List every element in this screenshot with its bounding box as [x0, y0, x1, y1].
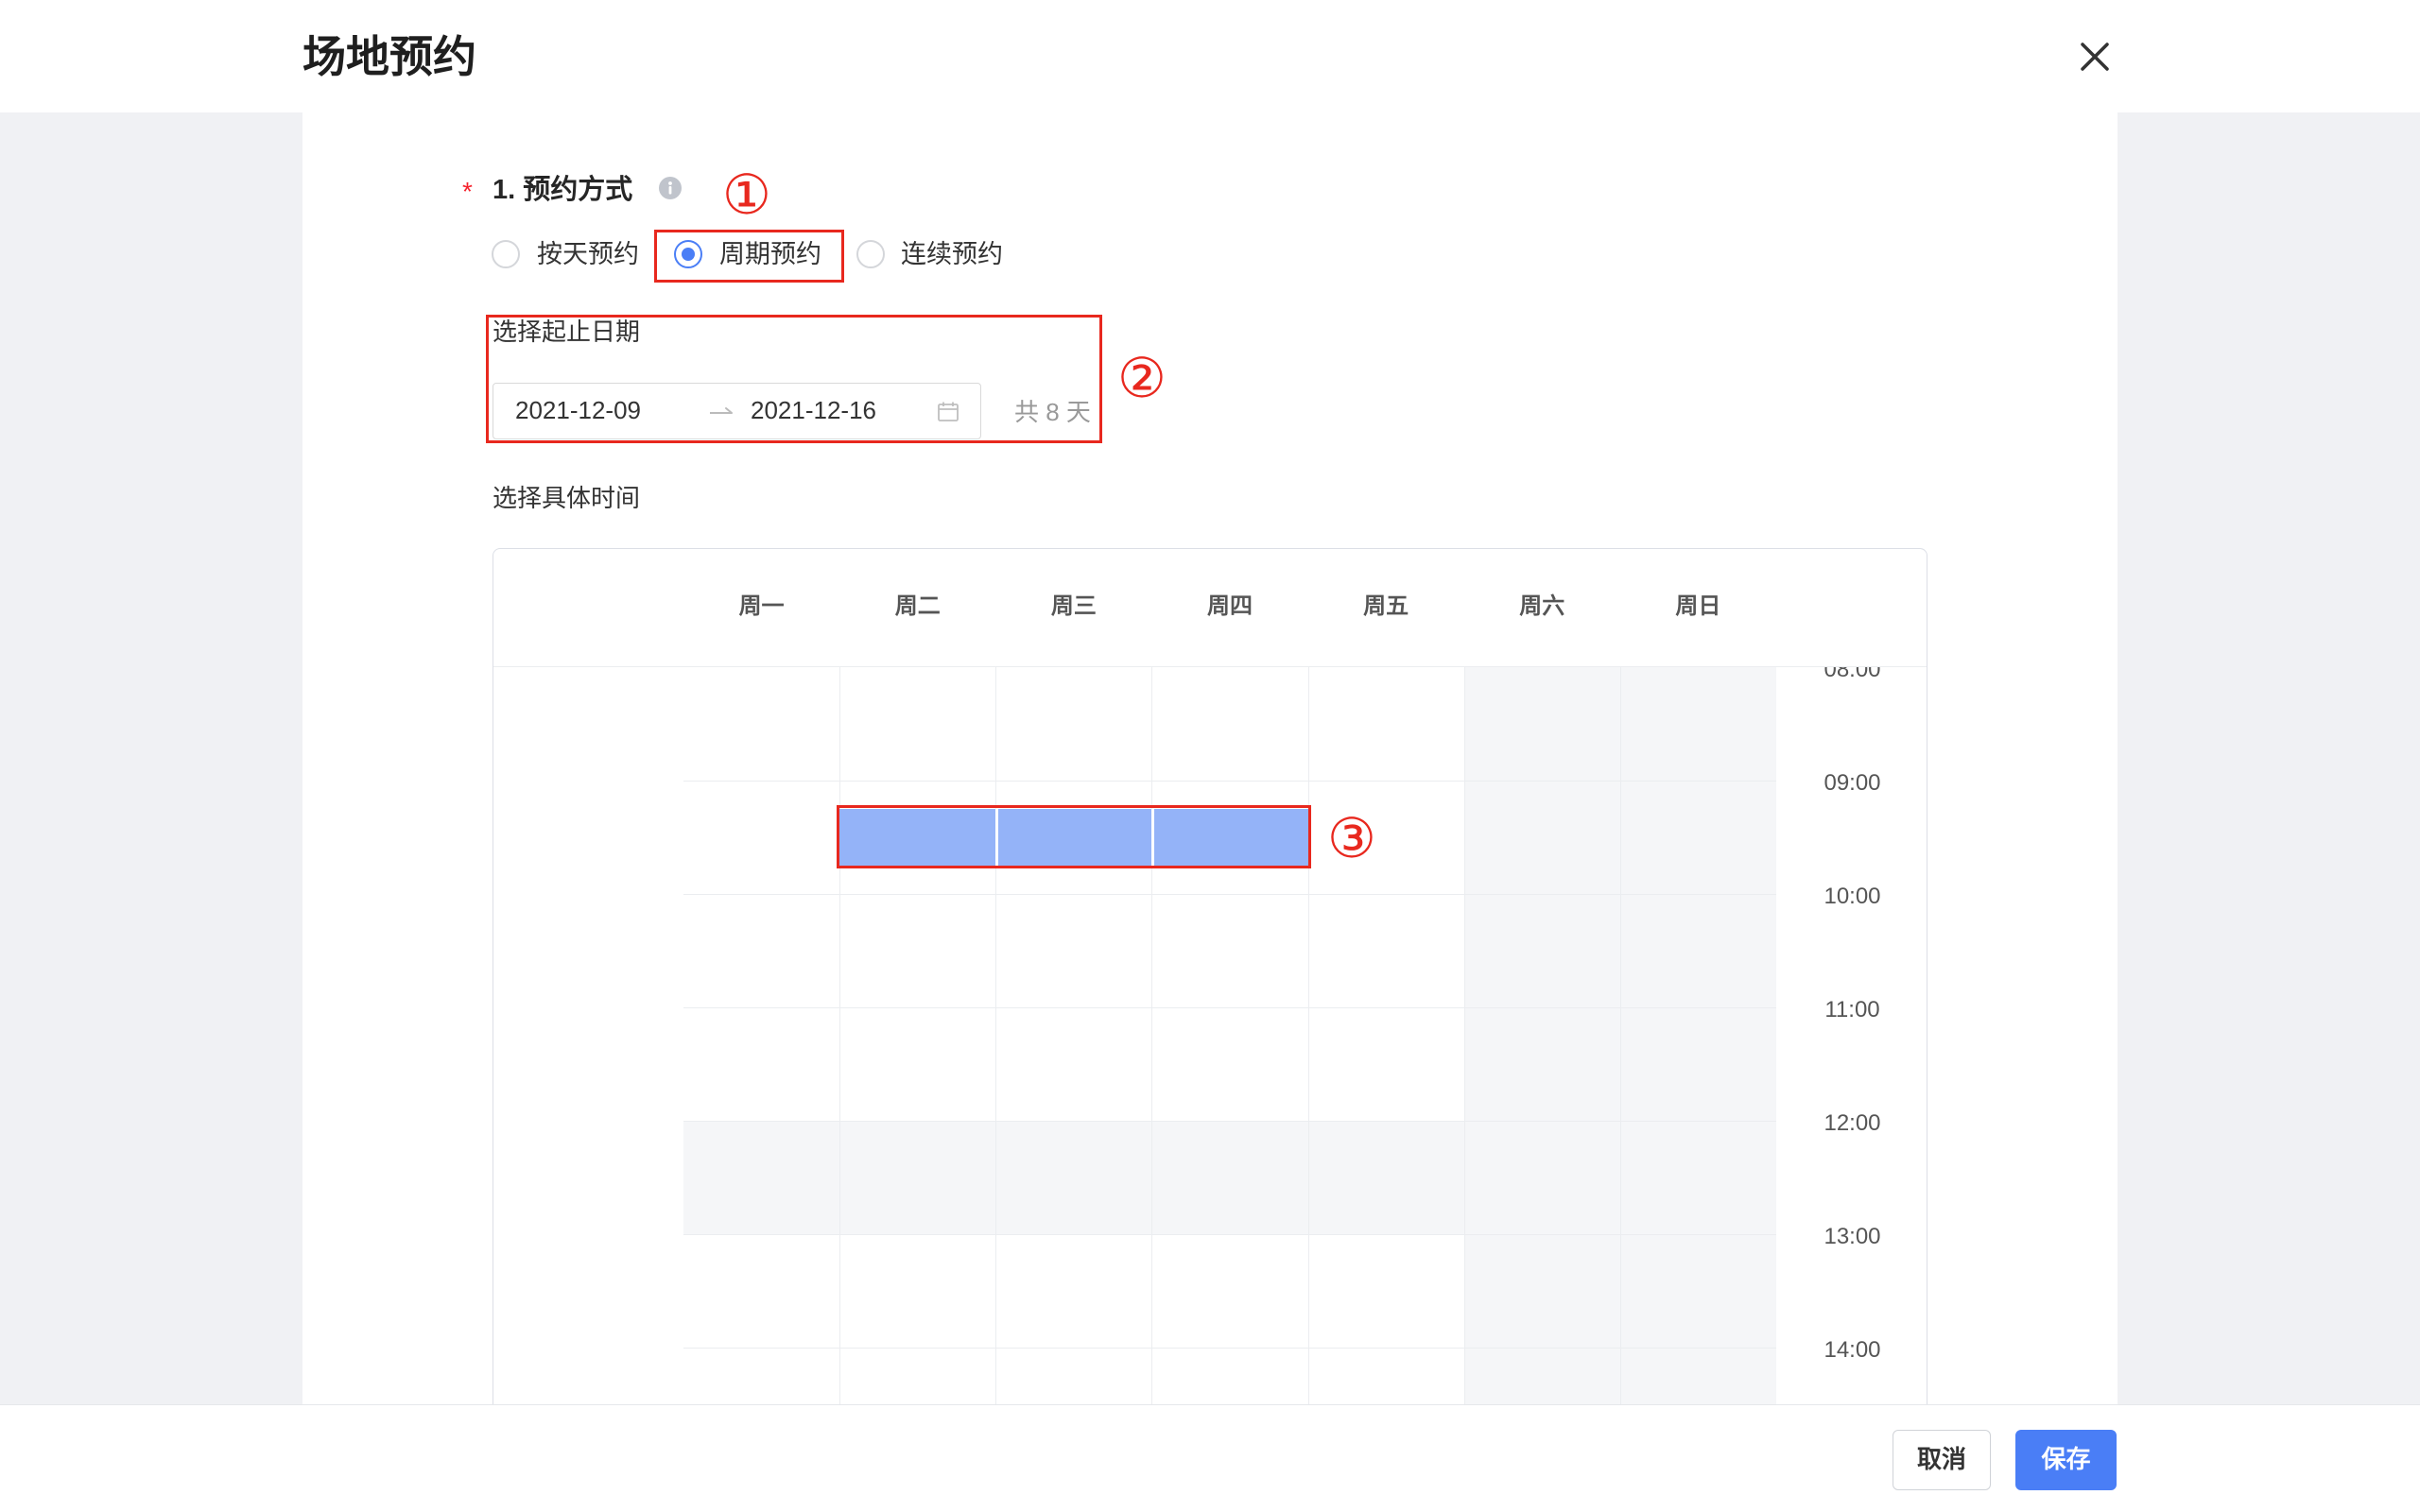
day-header: 周日	[1675, 593, 1721, 619]
time-slot	[995, 1121, 1152, 1234]
radio-daily-label[interactable]: 按天预约	[537, 238, 639, 270]
day-header: 周二	[894, 593, 941, 619]
cancel-button[interactable]: 取消	[1893, 1430, 1991, 1490]
modal-footer: 取消 保存	[0, 1404, 2420, 1512]
close-icon	[2081, 43, 2109, 71]
time-label: 10:00	[1824, 884, 1881, 909]
time-slot[interactable]	[683, 781, 840, 894]
time-slot[interactable]	[995, 667, 1151, 781]
time-slot	[1463, 781, 1620, 894]
time-slot	[1463, 1234, 1620, 1348]
time-label: 14:00	[1824, 1337, 1881, 1363]
time-label: 12:00	[1824, 1110, 1881, 1136]
close-button[interactable]	[2076, 38, 2114, 76]
time-slot[interactable]	[1151, 667, 1307, 781]
time-slot[interactable]	[683, 1234, 840, 1348]
time-slot[interactable]	[1307, 1234, 1464, 1348]
day-header: 周五	[1363, 593, 1409, 619]
time-label: 13:00	[1824, 1224, 1881, 1249]
day-header: 周三	[1050, 593, 1097, 619]
annotation-box-1	[654, 230, 844, 283]
section-title: 1. 预约方式	[493, 175, 633, 205]
annotation-3: ③	[1327, 806, 1376, 870]
time-slot	[1307, 1121, 1464, 1234]
weekly-schedule: 周一 周二 周三 周四 周五 周六 周日 08:00 09:00 10:00 11:00 12:00…	[493, 548, 1927, 1493]
radio-continuous-label[interactable]: 连续预约	[901, 238, 1003, 270]
time-slot	[1619, 667, 1776, 781]
save-button[interactable]: 保存	[2015, 1430, 2117, 1490]
time-slot[interactable]	[1307, 1007, 1464, 1121]
time-slot[interactable]	[839, 894, 996, 1007]
time-slot[interactable]	[995, 894, 1152, 1007]
time-slot	[1619, 781, 1776, 894]
schedule-grid: 08:00 09:00 10:00 11:00 12:00 13:00 14:00	[493, 667, 1927, 1492]
time-slot	[1463, 1121, 1620, 1234]
time-slot	[1619, 1007, 1776, 1121]
schedule-header: 周一 周二 周三 周四 周五 周六 周日	[493, 549, 1927, 667]
time-slot[interactable]	[1151, 1234, 1308, 1348]
time-slot[interactable]	[995, 1234, 1152, 1348]
info-icon[interactable]	[658, 176, 683, 200]
time-slot[interactable]	[839, 1234, 996, 1348]
time-slot	[1463, 894, 1620, 1007]
time-slot[interactable]	[683, 1007, 840, 1121]
day-header: 周四	[1206, 593, 1253, 619]
time-slot[interactable]	[1307, 667, 1464, 781]
time-slot	[839, 1121, 996, 1234]
time-slot	[1463, 1007, 1620, 1121]
time-label: 11:00	[1824, 997, 1880, 1022]
annotation-box-3	[837, 805, 1311, 868]
radio-daily[interactable]	[492, 240, 520, 268]
time-slot	[1619, 1121, 1776, 1234]
radio-continuous[interactable]	[856, 240, 885, 268]
time-slot[interactable]	[1307, 894, 1464, 1007]
time-slot[interactable]	[839, 667, 995, 781]
annotation-box-2	[486, 315, 1102, 443]
time-slot[interactable]	[995, 1007, 1152, 1121]
modal-header: 场地预约	[0, 0, 2420, 112]
time-select-label: 选择具体时间	[493, 484, 641, 512]
time-slot[interactable]	[839, 1007, 996, 1121]
time-slot	[1619, 894, 1776, 1007]
time-slot	[683, 1121, 840, 1234]
time-slot	[1151, 1121, 1308, 1234]
modal-title: 场地预约	[302, 32, 476, 81]
day-header: 周六	[1519, 593, 1565, 619]
required-marker: *	[462, 177, 473, 206]
time-slot[interactable]	[683, 667, 839, 781]
time-slot	[1619, 1234, 1776, 1348]
time-slot[interactable]	[1151, 1007, 1308, 1121]
time-slot	[1463, 667, 1620, 781]
time-slot[interactable]	[683, 894, 840, 1007]
time-label: 09:00	[1824, 770, 1881, 796]
time-slot[interactable]	[1151, 894, 1308, 1007]
annotation-2: ②	[1117, 346, 1167, 410]
annotation-1: ①	[722, 163, 771, 227]
day-header: 周一	[738, 593, 785, 619]
time-label: 08:00	[1824, 667, 1881, 682]
